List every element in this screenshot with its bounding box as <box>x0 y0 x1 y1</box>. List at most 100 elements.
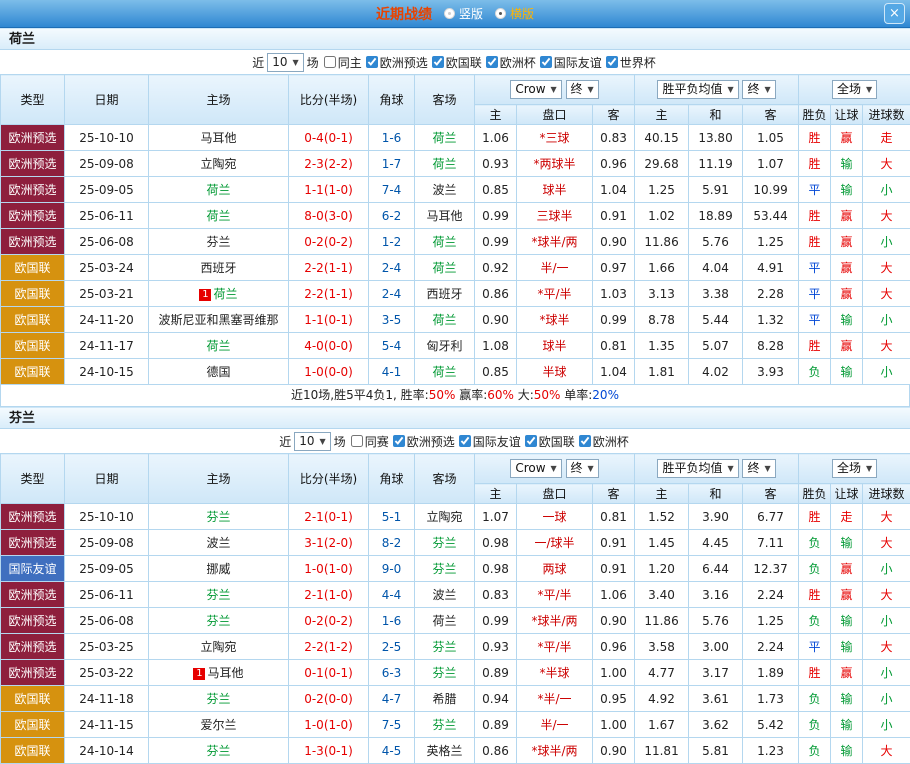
cell-away-team: 立陶宛 <box>415 504 475 530</box>
cell-handicap: *三球 <box>517 125 593 151</box>
table-row: 欧国联 24-11-18 芬兰 0-2(0-0) 4-7 希腊 0.94 *半/… <box>1 686 910 712</box>
cell-handicap: *球半/两 <box>517 229 593 255</box>
cell-handicap: *平/半 <box>517 582 593 608</box>
cell-handicap: 两球 <box>517 556 593 582</box>
checkbox-input[interactable] <box>366 56 378 68</box>
filter-checkbox[interactable]: 同主 <box>324 54 362 71</box>
filter-checkbox[interactable]: 同赛 <box>351 433 389 450</box>
filter-checkbox[interactable]: 欧国联 <box>525 433 575 450</box>
cell-odds-away: 0.96 <box>593 634 635 660</box>
final-odds-select[interactable]: 终 <box>566 80 599 99</box>
match-count-select[interactable]: 10 <box>267 53 303 72</box>
bookmaker-select[interactable]: Crow <box>510 459 561 478</box>
cell-away-team: 荷兰 <box>415 359 475 385</box>
avg-odds-select[interactable]: 胜平负均值 <box>657 459 738 478</box>
cell-date: 25-09-05 <box>65 177 149 203</box>
checkbox-input[interactable] <box>324 56 336 68</box>
bookmaker-select[interactable]: Crow <box>510 80 561 99</box>
cell-result: 胜 <box>799 333 831 359</box>
filter-checkbox[interactable]: 欧洲预选 <box>393 433 455 450</box>
cell-away-team: 波兰 <box>415 177 475 203</box>
cell-odds-away: 1.04 <box>593 359 635 385</box>
cell-avg-draw: 4.04 <box>689 255 743 281</box>
col-odds-away: 客 <box>593 484 635 504</box>
cell-handicap-result: 赢 <box>831 255 863 281</box>
cell-avg-away: 1.25 <box>743 608 799 634</box>
cell-avg-draw: 3.38 <box>689 281 743 307</box>
cell-handicap-result: 赢 <box>831 203 863 229</box>
cell-handicap-result: 输 <box>831 530 863 556</box>
checkbox-input[interactable] <box>606 56 618 68</box>
checkbox-input[interactable] <box>393 435 405 447</box>
avg-odds-select[interactable]: 胜平负均值 <box>657 80 738 99</box>
cell-handicap-result: 输 <box>831 359 863 385</box>
cell-away-team: 荷兰 <box>415 307 475 333</box>
cell-avg-away: 7.11 <box>743 530 799 556</box>
near-label: 近 <box>252 54 264 71</box>
cell-score: 1-1(1-0) <box>289 177 369 203</box>
filter-checkbox[interactable]: 国际友谊 <box>540 54 602 71</box>
cell-away-team: 匈牙利 <box>415 333 475 359</box>
cell-handicap: *半/一 <box>517 686 593 712</box>
cell-result: 胜 <box>799 125 831 151</box>
final-avg-select[interactable]: 终 <box>742 80 775 99</box>
cell-competition-type: 欧国联 <box>1 686 65 712</box>
cell-avg-away: 1.89 <box>743 660 799 686</box>
cell-odds-away: 1.06 <box>593 582 635 608</box>
cell-goals-result: 小 <box>863 177 910 203</box>
cell-odds-home: 0.89 <box>475 660 517 686</box>
checkbox-input[interactable] <box>525 435 537 447</box>
table-row: 欧洲预选 25-09-08 波兰 3-1(2-0) 8-2 芬兰 0.98 一/… <box>1 530 910 556</box>
cell-goals-result: 小 <box>863 608 910 634</box>
filter-checkbox[interactable]: 欧洲杯 <box>579 433 629 450</box>
col-avg-away: 客 <box>743 484 799 504</box>
checkbox-input[interactable] <box>351 435 363 447</box>
checkbox-input[interactable] <box>459 435 471 447</box>
col-handicap-result: 让球 <box>831 105 863 125</box>
cell-competition-type: 欧国联 <box>1 255 65 281</box>
cell-away-team: 芬兰 <box>415 634 475 660</box>
cell-home-team: 荷兰 <box>149 203 289 229</box>
vertical-layout-radio[interactable]: 竖版 <box>444 5 483 22</box>
scope-select[interactable]: 全场 <box>832 459 877 478</box>
page-title: 近期战绩 <box>376 4 432 24</box>
cell-goals-result: 大 <box>863 738 910 764</box>
checkbox-input[interactable] <box>486 56 498 68</box>
col-away: 客场 <box>415 454 475 504</box>
horizontal-layout-radio[interactable]: 横版 <box>495 5 534 22</box>
checkbox-input[interactable] <box>540 56 552 68</box>
table-row: 欧洲预选 25-03-22 1马耳他 0-1(0-1) 6-3 芬兰 0.89 … <box>1 660 910 686</box>
cell-corner: 6-3 <box>369 660 415 686</box>
close-icon[interactable]: × <box>884 3 905 24</box>
checkbox-input[interactable] <box>432 56 444 68</box>
filter-checkbox[interactable]: 欧洲杯 <box>486 54 536 71</box>
cell-score: 2-1(0-1) <box>289 504 369 530</box>
radio-icon <box>444 8 455 19</box>
filter-checkbox[interactable]: 国际友谊 <box>459 433 521 450</box>
red-card-badge: 1 <box>199 289 211 301</box>
table-row: 欧国联 24-11-20 波斯尼亚和黑塞哥维那 1-1(0-1) 3-5 荷兰 … <box>1 307 910 333</box>
final-avg-select[interactable]: 终 <box>742 459 775 478</box>
cell-goals-result: 大 <box>863 634 910 660</box>
checkbox-input[interactable] <box>579 435 591 447</box>
cell-handicap: 半/一 <box>517 255 593 281</box>
filter-checkbox[interactable]: 欧国联 <box>432 54 482 71</box>
summary-part: 60% <box>487 388 514 402</box>
cell-odds-away: 0.96 <box>593 151 635 177</box>
odds-group-header: Crow 终 <box>475 454 635 484</box>
filter-checkbox[interactable]: 欧洲预选 <box>366 54 428 71</box>
table-row: 欧国联 24-10-14 芬兰 1-3(0-1) 4-5 英格兰 0.86 *球… <box>1 738 910 764</box>
col-type: 类型 <box>1 75 65 125</box>
col-avg-draw: 和 <box>689 484 743 504</box>
col-home: 主场 <box>149 454 289 504</box>
cell-corner: 5-1 <box>369 504 415 530</box>
cell-corner: 7-5 <box>369 712 415 738</box>
filter-checkbox[interactable]: 世界杯 <box>606 54 656 71</box>
scope-select[interactable]: 全场 <box>832 80 877 99</box>
cell-competition-type: 欧国联 <box>1 712 65 738</box>
cell-home-team: 芬兰 <box>149 686 289 712</box>
match-count-select[interactable]: 10 <box>294 432 330 451</box>
final-odds-select[interactable]: 终 <box>566 459 599 478</box>
cell-away-team: 芬兰 <box>415 660 475 686</box>
table-row: 国际友谊 25-09-05 挪威 1-0(1-0) 9-0 芬兰 0.98 两球… <box>1 556 910 582</box>
